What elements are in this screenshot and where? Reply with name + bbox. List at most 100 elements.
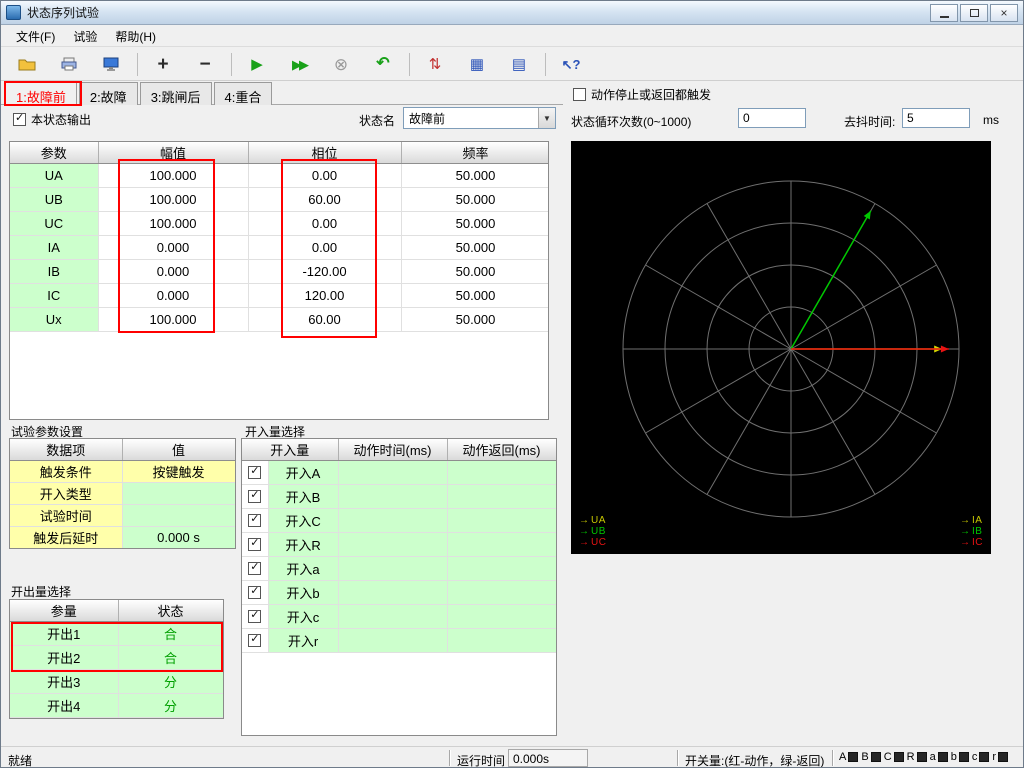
table-cell[interactable]: 0.00: [248, 163, 402, 188]
table-cell[interactable]: [338, 508, 448, 533]
table-cell[interactable]: 开入r: [268, 628, 339, 653]
table-cell[interactable]: 50.000: [401, 235, 548, 260]
trigger-on-stop-checkbox[interactable]: [573, 88, 586, 101]
table-cell[interactable]: [447, 508, 556, 533]
table-cell[interactable]: [447, 460, 556, 485]
table-cell[interactable]: 0.000: [98, 259, 249, 284]
row-checkbox[interactable]: ✓: [248, 465, 262, 479]
table-cell[interactable]: [338, 556, 448, 581]
tab-state-1[interactable]: 1:故障前: [5, 82, 77, 105]
table-cell[interactable]: 按键触发: [122, 460, 235, 483]
table-cell[interactable]: 60.00: [248, 187, 402, 212]
tab-state-3[interactable]: 3:跳闸后: [139, 82, 212, 105]
table-cell[interactable]: 触发条件: [10, 460, 123, 483]
table-cell[interactable]: 分: [118, 693, 223, 718]
table-cell[interactable]: 50.000: [401, 259, 548, 284]
table-cell[interactable]: 开出2: [10, 645, 119, 670]
table-cell[interactable]: 分: [118, 669, 223, 694]
row-checkbox-cell[interactable]: ✓: [242, 628, 269, 653]
table-cell[interactable]: [447, 604, 556, 629]
state-name-dropdown[interactable]: 故障前 ▼: [403, 107, 556, 129]
table-cell[interactable]: IB: [10, 259, 99, 284]
row-checkbox-cell[interactable]: ✓: [242, 460, 269, 485]
table-cell[interactable]: [338, 484, 448, 509]
tab-state-4[interactable]: 4:重合: [213, 82, 273, 105]
row-checkbox-cell[interactable]: ✓: [242, 556, 269, 581]
table-cell[interactable]: 开入A: [268, 460, 339, 485]
table-cell[interactable]: 60.00: [248, 307, 402, 332]
table-cell[interactable]: -120.00: [248, 259, 402, 284]
table-cell[interactable]: 开出3: [10, 669, 119, 694]
table-cell[interactable]: [122, 504, 235, 527]
table-cell[interactable]: 50.000: [401, 187, 548, 212]
table-cell[interactable]: 50.000: [401, 211, 548, 236]
table-cell[interactable]: 100.000: [98, 211, 249, 236]
remove-button[interactable]: −: [187, 51, 223, 78]
table-cell[interactable]: 100.000: [98, 307, 249, 332]
table-cell[interactable]: [447, 484, 556, 509]
data-grid-button[interactable]: ▦: [459, 51, 495, 78]
table-cell[interactable]: [338, 532, 448, 557]
adjust-button[interactable]: ⇅: [417, 51, 453, 78]
table-cell[interactable]: 合: [118, 621, 223, 646]
display-settings-button[interactable]: [93, 51, 129, 78]
table-cell[interactable]: 开入a: [268, 556, 339, 581]
table-cell[interactable]: 0.00: [248, 235, 402, 260]
table-cell[interactable]: 50.000: [401, 283, 548, 308]
start-button[interactable]: ▶: [239, 51, 275, 78]
table-cell[interactable]: 合: [118, 645, 223, 670]
table-cell[interactable]: [338, 604, 448, 629]
close-button[interactable]: ×: [990, 3, 1018, 22]
row-checkbox-cell[interactable]: ✓: [242, 484, 269, 509]
row-checkbox[interactable]: ✓: [248, 609, 262, 623]
table-cell[interactable]: [447, 628, 556, 653]
table-cell[interactable]: 120.00: [248, 283, 402, 308]
stop-button[interactable]: ⊗: [323, 51, 359, 78]
row-checkbox-cell[interactable]: ✓: [242, 580, 269, 605]
table-cell[interactable]: 开入C: [268, 508, 339, 533]
table-cell[interactable]: 100.000: [98, 163, 249, 188]
tab-state-2[interactable]: 2:故障: [78, 82, 138, 105]
open-button[interactable]: [9, 51, 45, 78]
debounce-time-input[interactable]: [902, 108, 970, 128]
table-cell[interactable]: [338, 460, 448, 485]
table-cell[interactable]: UC: [10, 211, 99, 236]
table-cell[interactable]: 100.000: [98, 187, 249, 212]
maximize-button[interactable]: [960, 3, 988, 22]
table-cell[interactable]: 试验时间: [10, 504, 123, 527]
cycle-count-input[interactable]: [738, 108, 806, 128]
table-cell[interactable]: 开入类型: [10, 482, 123, 505]
undo-button[interactable]: ↶: [365, 51, 401, 78]
table-cell[interactable]: 0.000 s: [122, 526, 235, 548]
table-cell[interactable]: 50.000: [401, 307, 548, 332]
table-cell[interactable]: 触发后延时: [10, 526, 123, 548]
table-cell[interactable]: 开入R: [268, 532, 339, 557]
calculator-button[interactable]: ▤: [501, 51, 537, 78]
table-cell[interactable]: IC: [10, 283, 99, 308]
table-cell[interactable]: 0.00: [248, 211, 402, 236]
menu-test[interactable]: 试验: [64, 26, 106, 47]
table-cell[interactable]: Ux: [10, 307, 99, 332]
row-checkbox[interactable]: ✓: [248, 561, 262, 575]
row-checkbox[interactable]: ✓: [248, 585, 262, 599]
menu-help[interactable]: 帮助(H): [106, 26, 165, 47]
row-checkbox[interactable]: ✓: [248, 633, 262, 647]
table-cell[interactable]: 开入c: [268, 604, 339, 629]
minimize-button[interactable]: [930, 3, 958, 22]
table-cell[interactable]: 开入b: [268, 580, 339, 605]
table-cell[interactable]: [447, 556, 556, 581]
add-button[interactable]: +: [145, 51, 181, 78]
fast-forward-button[interactable]: ▶▶: [281, 51, 317, 78]
table-cell[interactable]: UB: [10, 187, 99, 212]
table-cell[interactable]: 0.000: [98, 283, 249, 308]
table-cell[interactable]: 开出4: [10, 693, 119, 718]
dropdown-button[interactable]: ▼: [538, 108, 555, 128]
row-checkbox-cell[interactable]: ✓: [242, 508, 269, 533]
row-checkbox[interactable]: ✓: [248, 537, 262, 551]
row-checkbox[interactable]: ✓: [248, 513, 262, 527]
table-cell[interactable]: 开出1: [10, 621, 119, 646]
state-output-checkbox[interactable]: ✓: [13, 112, 26, 126]
table-cell[interactable]: UA: [10, 163, 99, 188]
print-button[interactable]: [51, 51, 87, 78]
context-help-button[interactable]: ↖?: [553, 51, 589, 78]
